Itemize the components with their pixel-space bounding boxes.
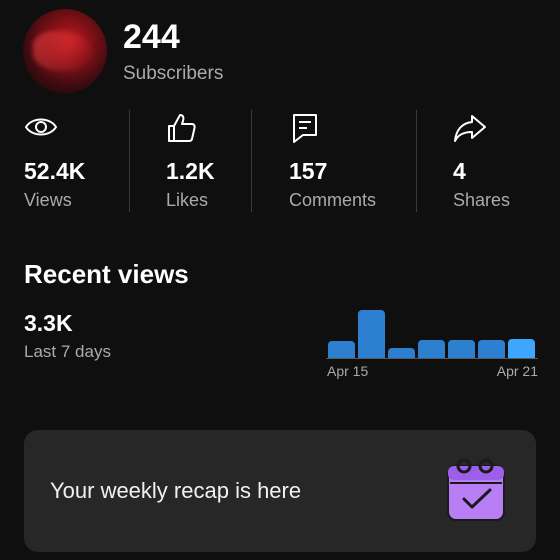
recent-views-chart[interactable]: Apr 15 Apr 21 [326,300,538,390]
eye-icon [24,118,58,136]
comments-value: 157 [289,158,328,184]
chart-bar [358,310,385,358]
chart-baseline [326,358,538,359]
share-icon [454,115,486,142]
chart-bar [328,340,355,358]
stat-views[interactable]: 52.4K Views [24,112,114,212]
chart-tick-start: Apr 15 [327,363,369,379]
recent-views-period: Last 7 days [24,342,111,361]
channel-avatar[interactable] [23,9,107,93]
recent-views-value: 3.3K [24,310,73,336]
chart-bar [418,339,445,358]
subscriber-label: Subscribers [123,63,224,84]
subscriber-count: 244 [123,18,180,56]
likes-label: Likes [166,190,209,210]
views-value: 52.4K [24,158,86,184]
divider [129,110,130,212]
divider [251,110,252,212]
stat-comments[interactable]: 157 Comments [289,112,399,212]
chart-bar [478,339,505,358]
calendar-check-icon [447,458,505,521]
stat-shares[interactable]: 4 Shares [453,112,533,212]
chart-tick-end: Apr 21 [496,363,538,379]
likes-value: 1.2K [166,158,215,184]
divider [416,110,417,212]
chart-bar [508,338,535,358]
thumbs-up-icon [168,114,196,142]
comments-label: Comments [289,190,377,210]
weekly-recap-card[interactable]: Your weekly recap is here [24,430,536,552]
comment-icon [293,114,317,143]
recent-views-title: Recent views [24,259,189,289]
chart-bar [448,339,475,358]
stat-likes[interactable]: 1.2K Likes [166,112,236,212]
weekly-recap-text: Your weekly recap is here [50,478,302,503]
chart-bar [388,348,415,358]
shares-label: Shares [453,190,511,210]
views-label: Views [24,190,72,210]
shares-value: 4 [453,158,466,184]
